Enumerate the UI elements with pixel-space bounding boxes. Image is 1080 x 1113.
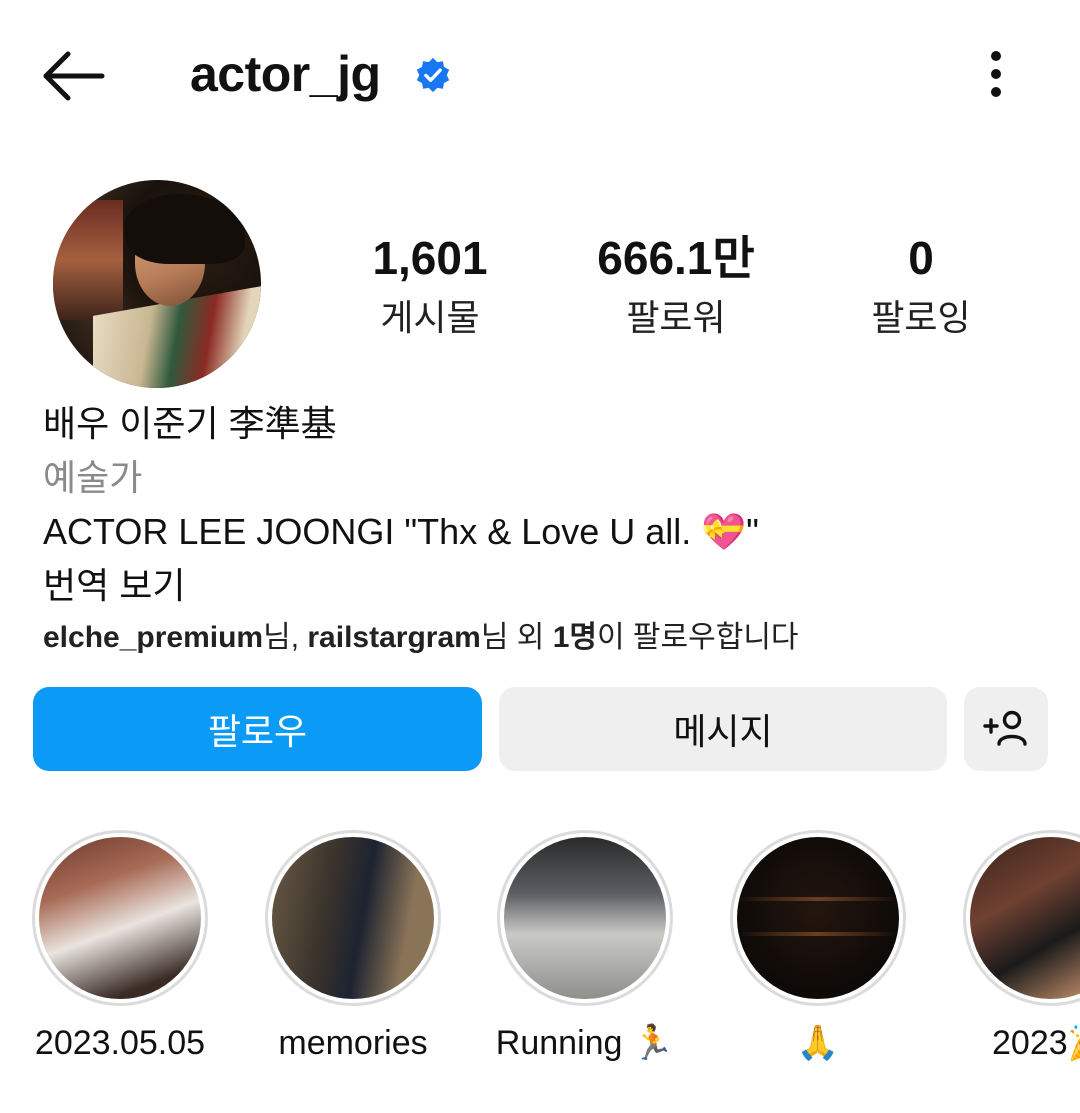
posts-label: 게시물	[380, 297, 480, 338]
following-label: 팔로잉	[871, 297, 971, 338]
highlight-cover	[737, 837, 899, 999]
back-button[interactable]	[38, 40, 110, 112]
more-vertical-icon	[991, 51, 1001, 97]
highlight-label: 🙏	[796, 1024, 840, 1062]
highlight-label: 2023.05.05	[34, 1024, 206, 1062]
followed-by-text[interactable]: elche_premium님, railstargram님 외 1명이 팔로우합…	[43, 616, 1043, 660]
following-stat[interactable]: 0 팔로잉	[821, 230, 1021, 344]
profile-username: actor_jg	[190, 46, 381, 102]
followers-count: 666.1만	[597, 232, 755, 284]
highlight-label: Running 🏃	[495, 1024, 675, 1062]
story-highlights: 2023.05.05 memories Running 🏃 🙏 2023🎉	[0, 828, 1080, 1078]
followers-stat[interactable]: 666.1만 팔로워	[576, 230, 776, 344]
add-person-icon	[983, 710, 1027, 746]
bio-text: ACTOR LEE JOONGI "Thx & Love U all. 💝"	[43, 511, 759, 552]
see-translation-link[interactable]: 번역 보기	[43, 560, 1043, 614]
followed-by-suffix-2: 님 외	[480, 621, 553, 654]
mutual-follower-1[interactable]: elche_premium	[43, 621, 263, 654]
arrow-left-icon	[43, 51, 105, 101]
highlight-label: memories	[278, 1024, 428, 1062]
highlight-label: 2023🎉	[992, 1024, 1080, 1062]
profile-category: 예술가	[43, 457, 143, 498]
top-bar: actor_jg	[0, 0, 1080, 150]
followed-by-suffix-3: 이 팔로우합니다	[596, 621, 799, 654]
mutual-others-count[interactable]: 1명	[553, 621, 597, 654]
follow-button[interactable]: 팔로우	[33, 687, 482, 771]
verified-badge-icon	[416, 57, 450, 93]
posts-stat[interactable]: 1,601 게시물	[330, 230, 530, 344]
followers-label: 팔로워	[626, 297, 726, 338]
highlight-cover	[272, 837, 434, 999]
posts-count: 1,601	[372, 232, 488, 284]
profile-display-name: 배우 이준기 李準基	[43, 403, 337, 444]
following-count: 0	[908, 232, 934, 284]
profile-bio: 배우 이준기 李準基 예술가 ACTOR LEE JOONGI "Thx & L…	[43, 398, 1043, 660]
followed-by-suffix-1: 님,	[263, 621, 308, 654]
more-options-button[interactable]	[966, 44, 1026, 104]
mutual-follower-2[interactable]: railstargram	[307, 621, 480, 654]
suggested-accounts-button[interactable]	[964, 687, 1048, 771]
profile-avatar[interactable]	[53, 180, 261, 388]
highlight-cover	[504, 837, 666, 999]
message-button[interactable]: 메시지	[499, 687, 947, 771]
highlight-cover	[39, 837, 201, 999]
